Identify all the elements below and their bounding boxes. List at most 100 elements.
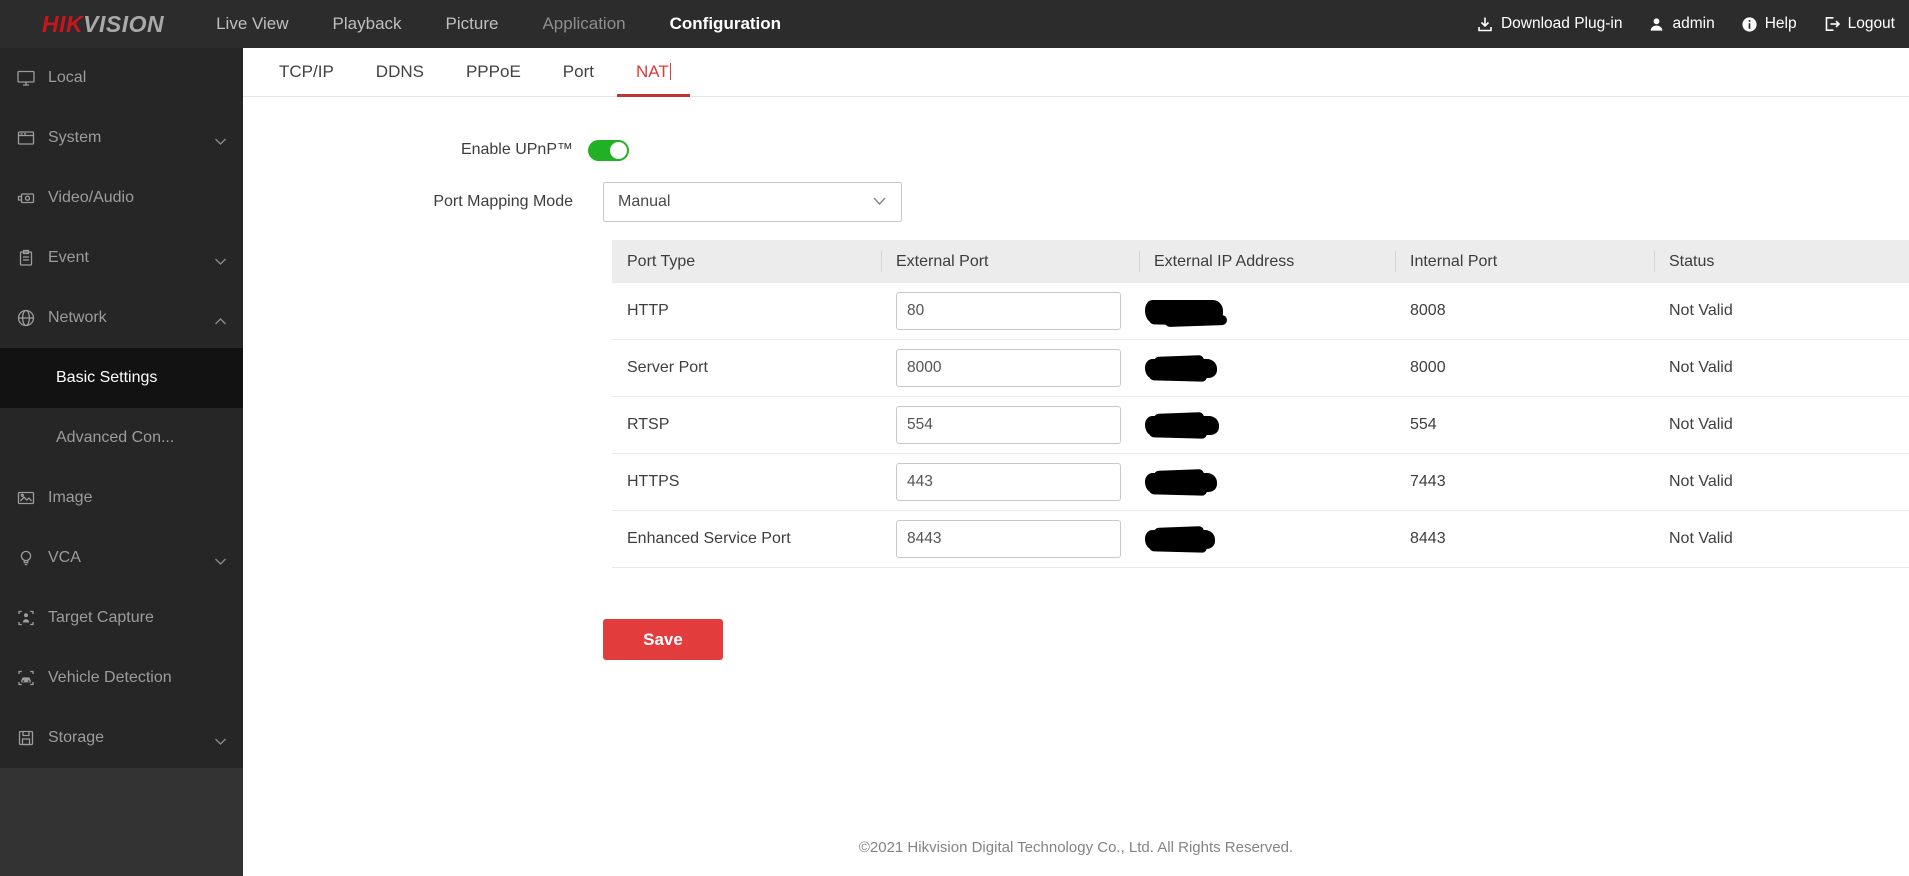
internal-port-cell: 8008 <box>1395 283 1654 339</box>
table-row: HTTPS 7443 Not Valid <box>612 454 1909 511</box>
port-mapping-mode-label: Port Mapping Mode <box>243 193 573 211</box>
sidebar-item-label: Storage <box>48 729 104 747</box>
status-cell: Not Valid <box>1654 511 1909 567</box>
sidebar-item-local[interactable]: Local <box>0 48 243 108</box>
redacted-ip <box>1145 300 1223 322</box>
sidebar-item-basic-settings[interactable]: Basic Settings <box>0 348 243 408</box>
sidebar-item-event[interactable]: Event <box>0 228 243 288</box>
sidebar-item-target-capture[interactable]: Target Capture <box>0 588 243 648</box>
target-person-icon <box>16 608 36 628</box>
port-type-cell: Server Port <box>612 340 881 396</box>
column-header-internal-port: Internal Port <box>1395 240 1654 283</box>
tab-port[interactable]: Port <box>542 48 615 96</box>
redacted-ip <box>1145 530 1215 549</box>
enable-upnp-row: Enable UPnP™ <box>243 137 629 163</box>
port-mapping-mode-select[interactable]: Manual <box>603 182 902 222</box>
tab-nat[interactable]: NAT <box>615 48 692 96</box>
external-port-input[interactable] <box>896 349 1121 387</box>
sidebar-item-label: Vehicle Detection <box>48 669 172 687</box>
external-port-input[interactable] <box>896 463 1121 501</box>
nav-configuration[interactable]: Configuration <box>648 0 803 48</box>
tab-pppoe[interactable]: PPPoE <box>445 48 542 96</box>
nav-picture[interactable]: Picture <box>424 0 521 48</box>
enable-upnp-toggle[interactable] <box>588 140 629 161</box>
monitor-icon <box>16 68 36 88</box>
column-header-status: Status <box>1654 240 1909 283</box>
sidebar-item-advanced-configuration[interactable]: Advanced Con... <box>0 408 243 468</box>
user-menu[interactable]: admin <box>1648 15 1714 33</box>
topbar-utilities: Download Plug-in admin Help Logout <box>1476 15 1895 33</box>
redacted-ip <box>1145 359 1217 378</box>
status-cell: Not Valid <box>1654 340 1909 396</box>
settings-tab-bar: TCP/IP DDNS PPPoE Port NAT <box>243 48 1909 97</box>
sidebar-item-video-audio[interactable]: Video/Audio <box>0 168 243 228</box>
port-type-cell: HTTPS <box>612 454 881 510</box>
logout-button[interactable]: Logout <box>1823 15 1895 33</box>
sidebar-item-image[interactable]: Image <box>0 468 243 528</box>
sidebar-item-vca[interactable]: VCA <box>0 528 243 588</box>
sidebar-item-vehicle-detection[interactable]: Vehicle Detection <box>0 648 243 708</box>
globe-icon <box>16 308 36 328</box>
nav-application[interactable]: Application <box>520 0 647 48</box>
nav-live-view[interactable]: Live View <box>194 0 310 48</box>
download-plugin-label: Download Plug-in <box>1501 15 1623 33</box>
chevron-down-icon <box>214 133 227 151</box>
tab-ddns[interactable]: DDNS <box>355 48 445 96</box>
text-cursor <box>670 63 671 80</box>
storage-icon <box>16 728 36 748</box>
save-button[interactable]: Save <box>603 619 723 660</box>
internal-port-cell: 8443 <box>1395 511 1654 567</box>
column-header-port-type: Port Type <box>612 240 881 283</box>
status-cell: Not Valid <box>1654 283 1909 339</box>
sidebar-item-label: Image <box>48 489 92 507</box>
internal-port-cell: 554 <box>1395 397 1654 453</box>
sidebar-item-label: Event <box>48 249 89 267</box>
vehicle-icon <box>16 668 36 688</box>
download-plugin-button[interactable]: Download Plug-in <box>1476 15 1623 33</box>
nav-playback[interactable]: Playback <box>311 0 424 48</box>
top-bar: HIKVISION Live View Playback Picture App… <box>0 0 1909 48</box>
tab-tcpip[interactable]: TCP/IP <box>258 48 355 96</box>
sidebar-item-label: Network <box>48 309 107 327</box>
sidebar-item-network[interactable]: Network <box>0 288 243 348</box>
download-icon <box>1476 15 1494 33</box>
sidebar-item-system[interactable]: System <box>0 108 243 168</box>
sidebar-item-storage[interactable]: Storage <box>0 708 243 768</box>
internal-port-cell: 7443 <box>1395 454 1654 510</box>
external-port-input[interactable] <box>896 520 1121 558</box>
sidebar-item-label: Video/Audio <box>48 189 134 207</box>
table-row: Enhanced Service Port 8443 Not Valid <box>612 511 1909 568</box>
username-label: admin <box>1672 15 1714 33</box>
sidebar-item-label: Target Capture <box>48 609 154 627</box>
logout-icon <box>1823 15 1841 33</box>
table-row: Server Port 8000 Not Valid <box>612 340 1909 397</box>
chevron-up-icon <box>214 313 227 331</box>
redacted-ip <box>1145 473 1217 492</box>
status-cell: Not Valid <box>1654 397 1909 453</box>
bulb-icon <box>16 548 36 568</box>
clipboard-icon <box>16 248 36 268</box>
help-label: Help <box>1765 15 1797 33</box>
column-header-external-ip: External IP Address <box>1139 240 1395 283</box>
image-icon <box>16 488 36 508</box>
sidebar-item-label: Local <box>48 69 86 87</box>
camera-icon <box>16 188 36 208</box>
chevron-down-icon <box>872 193 887 211</box>
tab-nat-label: NAT <box>636 62 669 81</box>
external-port-input[interactable] <box>896 406 1121 444</box>
chevron-down-icon <box>214 253 227 271</box>
info-icon <box>1741 16 1758 33</box>
external-port-input[interactable] <box>896 292 1121 330</box>
help-button[interactable]: Help <box>1741 15 1797 33</box>
sidebar-item-label: System <box>48 129 101 147</box>
port-type-cell: Enhanced Service Port <box>612 511 881 567</box>
main-nav: Live View Playback Picture Application C… <box>194 0 803 48</box>
toggle-knob <box>610 142 627 159</box>
selected-option: Manual <box>618 193 872 211</box>
sidebar-item-label: Basic Settings <box>56 369 157 387</box>
internal-port-cell: 8000 <box>1395 340 1654 396</box>
copyright-footer: ©2021 Hikvision Digital Technology Co., … <box>243 839 1909 856</box>
column-header-external-port: External Port <box>881 240 1139 283</box>
port-mapping-table: Port Type External Port External IP Addr… <box>612 240 1909 568</box>
port-type-cell: HTTP <box>612 283 881 339</box>
